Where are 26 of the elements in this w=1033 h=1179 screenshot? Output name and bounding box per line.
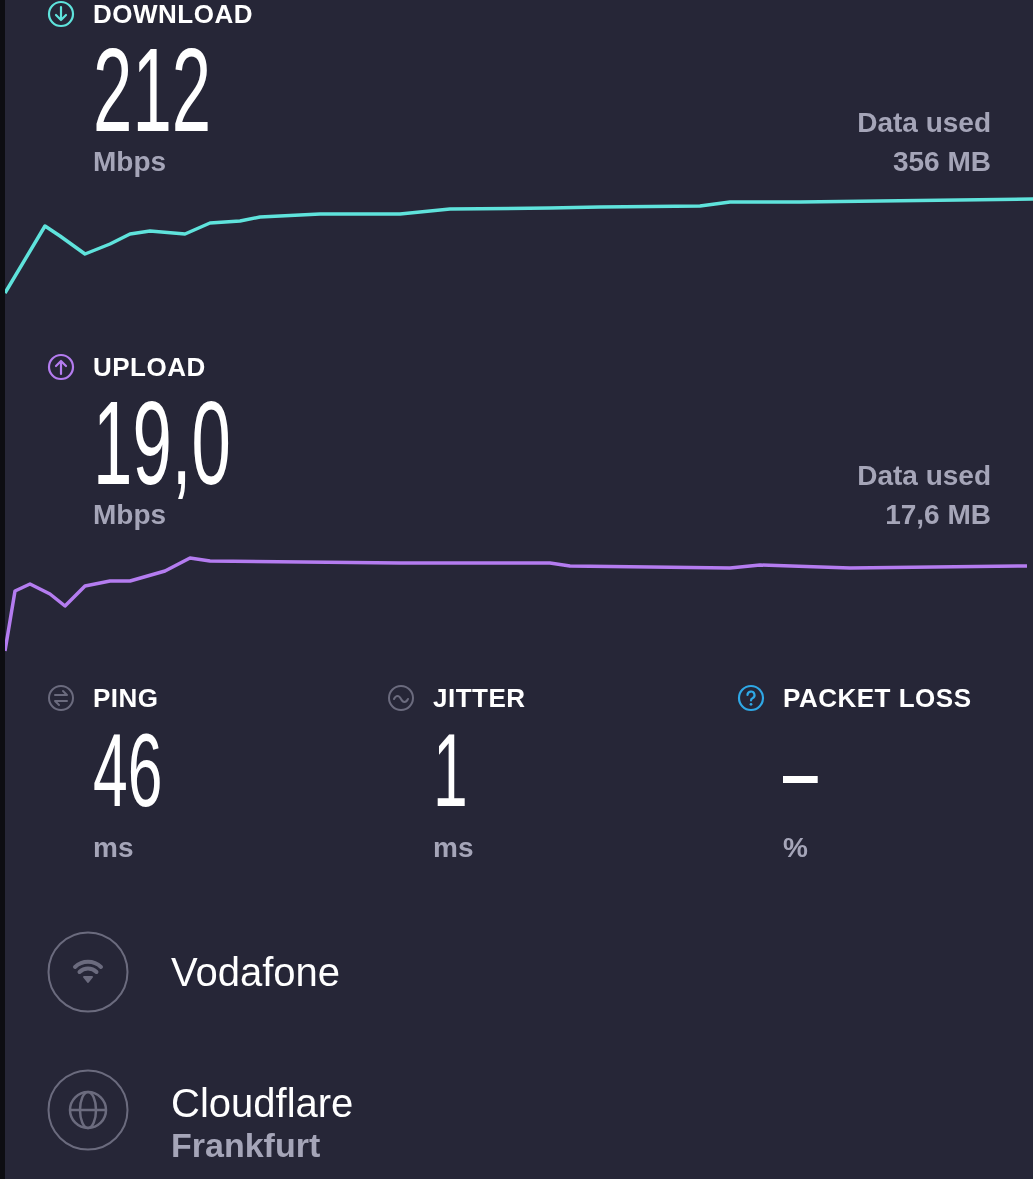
unit-label: Mbps xyxy=(93,499,167,532)
unit-label: % xyxy=(783,831,808,865)
unit-label: ms xyxy=(93,831,134,865)
data-used-label: Data used xyxy=(857,459,991,493)
unit-label: ms xyxy=(433,831,474,865)
server-location: Frankfurt xyxy=(171,1126,322,1164)
server-name: Cloudflare xyxy=(171,1080,354,1126)
metric-title: PACKET LOSS xyxy=(783,684,972,712)
data-used-value: 356 MB xyxy=(892,145,991,179)
metric-value: – xyxy=(783,720,818,820)
speed-value: 212 xyxy=(93,38,212,142)
data-used-value: 17,6 MB xyxy=(885,498,991,532)
metric-title: PING xyxy=(93,684,159,712)
section-title: DOWNLOAD xyxy=(93,0,253,28)
wifi-icon xyxy=(47,931,129,1013)
swap-arrows-icon xyxy=(47,684,75,712)
data-used-label: Data used xyxy=(857,106,991,140)
help-icon xyxy=(737,684,765,712)
globe-icon xyxy=(47,1069,129,1151)
wave-icon xyxy=(387,684,415,712)
unit-label: Mbps xyxy=(93,145,167,179)
metric-title: JITTER xyxy=(433,684,526,712)
server-name: Vodafone xyxy=(171,949,341,995)
section-title: UPLOAD xyxy=(93,353,206,381)
metric-value: 1 xyxy=(433,720,468,820)
metric-value: 46 xyxy=(93,720,163,820)
